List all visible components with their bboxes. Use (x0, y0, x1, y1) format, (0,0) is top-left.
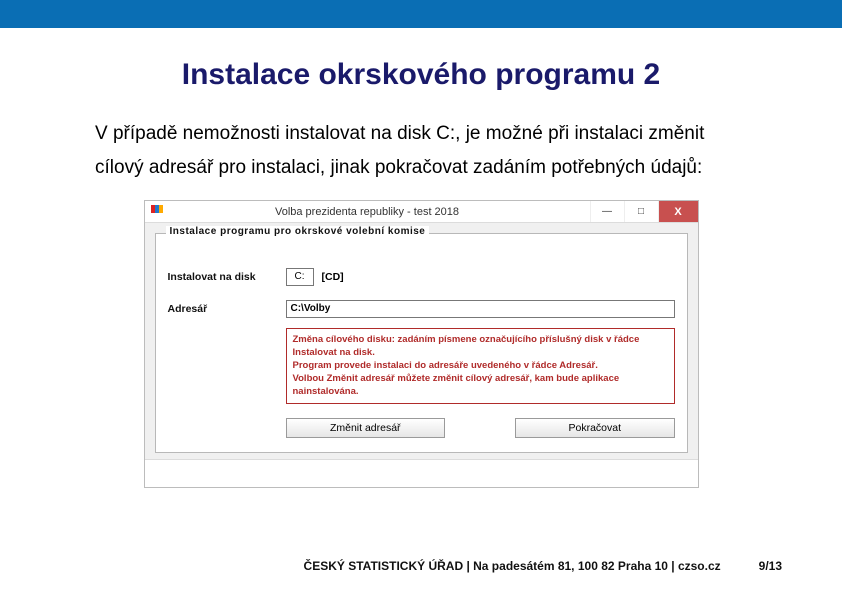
directory-input[interactable]: C:\Volby (286, 300, 675, 318)
row-install-disk: Instalovat na disk C: [CD] (168, 268, 675, 286)
continue-button[interactable]: Pokračovat (515, 418, 675, 438)
footer-org: ČESKÝ STATISTICKÝ ÚŘAD | Na padesátém 81… (304, 559, 721, 573)
change-directory-button[interactable]: Změnit adresář (286, 418, 446, 438)
slide-content: Instalace okrskového programu 2 V případ… (0, 28, 842, 488)
slide-footer: ČESKÝ STATISTICKÝ ÚŘAD | Na padesátém 81… (0, 559, 842, 573)
window-bottom-strip (145, 459, 698, 487)
warning-line-3: Volbou Změnit adresář můžete změnit cílo… (293, 373, 668, 399)
warning-line-1: Změna cílového disku: zadáním písmene oz… (293, 334, 668, 360)
label-install-disk: Instalovat na disk (168, 271, 278, 283)
drive-description: [CD] (322, 271, 344, 283)
window-titlebar: Volba prezidenta republiky - test 2018 —… (145, 201, 698, 223)
label-directory: Adresář (168, 303, 278, 315)
panel-legend: Instalace programu pro okrskové volební … (166, 226, 430, 237)
installer-window: Volba prezidenta republiky - test 2018 —… (144, 200, 699, 488)
warning-box: Změna cílového disku: zadáním písmene oz… (286, 328, 675, 404)
button-row: Změnit adresář Pokračovat (286, 418, 675, 438)
slide-paragraph: V případě nemožnosti instalovat na disk … (95, 117, 747, 185)
drive-input[interactable]: C: (286, 268, 314, 286)
window-title: Volba prezidenta republiky - test 2018 (169, 206, 590, 218)
warning-line-2: Program provede instalaci do adresáře uv… (293, 360, 668, 373)
top-accent-bar (0, 0, 842, 28)
app-icon (145, 202, 169, 221)
install-panel: Instalace programu pro okrskové volební … (155, 233, 688, 453)
minimize-button[interactable]: — (590, 201, 624, 222)
close-button[interactable]: X (658, 201, 698, 222)
slide-title: Instalace okrskového programu 2 (95, 58, 747, 92)
window-controls: — □ X (590, 201, 698, 222)
maximize-button[interactable]: □ (624, 201, 658, 222)
footer-page-number: 9/13 (759, 559, 782, 573)
row-directory: Adresář C:\Volby (168, 300, 675, 318)
